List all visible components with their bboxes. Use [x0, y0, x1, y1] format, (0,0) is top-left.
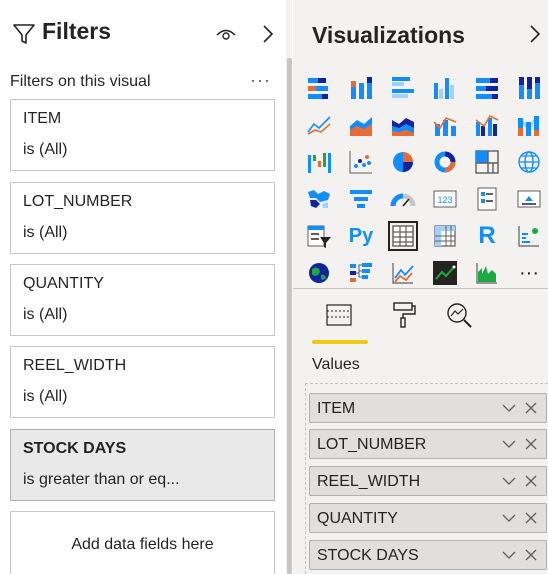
chevron-down-icon[interactable] — [502, 438, 516, 450]
slicer-icon[interactable] — [306, 223, 332, 249]
field-pill-label: REEL_WIDTH — [317, 473, 421, 490]
filters-header: Filters — [0, 0, 286, 66]
visualizations-separator — [293, 288, 548, 289]
stacked-bar-chart-icon[interactable] — [306, 75, 332, 101]
filter-card-item[interactable]: ITEM is (All) — [10, 99, 275, 171]
filter-field-value: is greater than or eq... — [23, 471, 180, 488]
chevron-down-icon[interactable] — [502, 512, 516, 524]
line-and-clustered-column-chart-icon[interactable] — [474, 112, 500, 138]
filters-on-visual-label: Filters on this visual — [10, 73, 151, 90]
decomposition-tree-icon[interactable] — [348, 260, 374, 286]
gauge-icon[interactable] — [390, 186, 416, 212]
filter-funnel-icon — [13, 24, 35, 44]
filter-field-name: STOCK DAYS — [23, 440, 127, 457]
map-icon[interactable] — [516, 149, 542, 175]
100-stacked-column-chart-icon[interactable] — [516, 75, 542, 101]
chevron-down-icon[interactable] — [502, 475, 516, 487]
collapse-visualizations-chevron-icon[interactable] — [529, 24, 541, 44]
more-visuals-label: ··· — [519, 262, 539, 284]
qa-icon[interactable] — [390, 260, 416, 286]
more-options-icon[interactable]: ··· — [250, 70, 271, 91]
ribbon-chart-icon[interactable] — [516, 112, 542, 138]
field-pill-lot-number[interactable]: LOT_NUMBER — [309, 429, 547, 459]
add-data-fields-dropzone[interactable]: Add data fields here — [10, 511, 275, 574]
stacked-area-chart-icon[interactable] — [390, 112, 416, 138]
filter-field-value: is (All) — [23, 141, 68, 158]
field-pill-item[interactable]: ITEM — [309, 393, 547, 423]
filters-scrollbar[interactable] — [287, 58, 292, 574]
paginated-report-icon[interactable] — [474, 260, 500, 286]
collapse-filters-chevron-icon[interactable] — [262, 24, 274, 44]
filter-card-lot-number[interactable]: LOT_NUMBER is (All) — [10, 182, 275, 254]
fields-tab-icon[interactable] — [324, 300, 354, 330]
r-visual-label: R — [478, 222, 496, 249]
clustered-bar-chart-icon[interactable] — [390, 75, 416, 101]
funnel-icon[interactable] — [348, 186, 374, 212]
waterfall-chart-icon[interactable] — [306, 149, 332, 175]
treemap-icon[interactable] — [474, 149, 500, 175]
filter-field-name: REEL_WIDTH — [23, 357, 127, 374]
fields-tab-active-indicator — [312, 340, 368, 344]
python-visual-label: Py — [348, 225, 374, 247]
close-icon[interactable] — [524, 437, 538, 451]
stacked-column-chart-icon[interactable] — [348, 75, 374, 101]
100-stacked-bar-chart-icon[interactable] — [474, 75, 500, 101]
card-icon[interactable]: 123 — [432, 186, 458, 212]
key-influencers-icon[interactable] — [516, 223, 542, 249]
field-pill-quantity[interactable]: QUANTITY — [309, 503, 547, 533]
chevron-down-icon[interactable] — [502, 402, 516, 414]
filter-card-quantity[interactable]: QUANTITY is (All) — [10, 264, 275, 336]
card-icon-label: 123 — [437, 195, 452, 205]
r-visual-icon[interactable]: R — [474, 223, 500, 249]
matrix-icon[interactable] — [432, 223, 458, 249]
field-pill-reel-width[interactable]: REEL_WIDTH — [309, 466, 547, 496]
kpi-icon[interactable] — [516, 186, 542, 212]
filled-map-icon[interactable] — [306, 186, 332, 212]
arcgis-map-icon[interactable] — [306, 260, 332, 286]
python-visual-icon[interactable]: Py — [348, 223, 374, 249]
table-icon[interactable] — [388, 221, 418, 251]
scatter-chart-icon[interactable] — [348, 149, 374, 175]
pie-chart-icon[interactable] — [390, 149, 416, 175]
format-paint-roller-icon[interactable] — [388, 300, 418, 330]
chevron-down-icon[interactable] — [502, 549, 516, 561]
field-pill-label: STOCK DAYS — [317, 547, 419, 564]
filters-pane-title: Filters — [42, 18, 112, 44]
clustered-column-chart-icon[interactable] — [432, 75, 458, 101]
filter-field-value: is (All) — [23, 306, 68, 323]
filter-field-value: is (All) — [23, 388, 68, 405]
analytics-magnifier-icon[interactable] — [444, 300, 474, 330]
multi-row-card-icon[interactable] — [474, 186, 500, 212]
donut-chart-icon[interactable] — [432, 149, 458, 175]
filter-card-stock-days[interactable]: STOCK DAYS is greater than or eq... — [10, 429, 275, 501]
field-pill-label: LOT_NUMBER — [317, 436, 427, 453]
values-well-label: Values — [312, 356, 360, 373]
filters-pane: Filters Filters on this visual ··· ITEM … — [0, 0, 286, 574]
filter-field-name: LOT_NUMBER — [23, 193, 133, 210]
close-icon[interactable] — [524, 511, 538, 525]
line-and-stacked-column-chart-icon[interactable] — [432, 112, 458, 138]
field-pill-label: QUANTITY — [317, 510, 398, 527]
field-pill-stock-days[interactable]: STOCK DAYS — [309, 540, 547, 570]
close-icon[interactable] — [524, 401, 538, 415]
filter-card-reel-width[interactable]: REEL_WIDTH is (All) — [10, 346, 275, 418]
field-pill-label: ITEM — [317, 400, 356, 417]
filter-field-name: QUANTITY — [23, 275, 104, 292]
line-chart-icon[interactable] — [306, 112, 332, 138]
smart-narrative-icon[interactable] — [432, 260, 458, 286]
visualizations-pane-title: Visualizations — [312, 22, 465, 48]
filter-field-value: is (All) — [23, 224, 68, 241]
close-icon[interactable] — [524, 548, 538, 562]
close-icon[interactable] — [524, 474, 538, 488]
visualizations-pane: Visualizations 123 Py R ··· Values ITEM … — [293, 0, 548, 574]
filter-field-name: ITEM — [23, 110, 62, 127]
more-visuals-icon[interactable]: ··· — [516, 260, 542, 286]
eye-icon[interactable] — [216, 26, 236, 42]
area-chart-icon[interactable] — [348, 112, 374, 138]
